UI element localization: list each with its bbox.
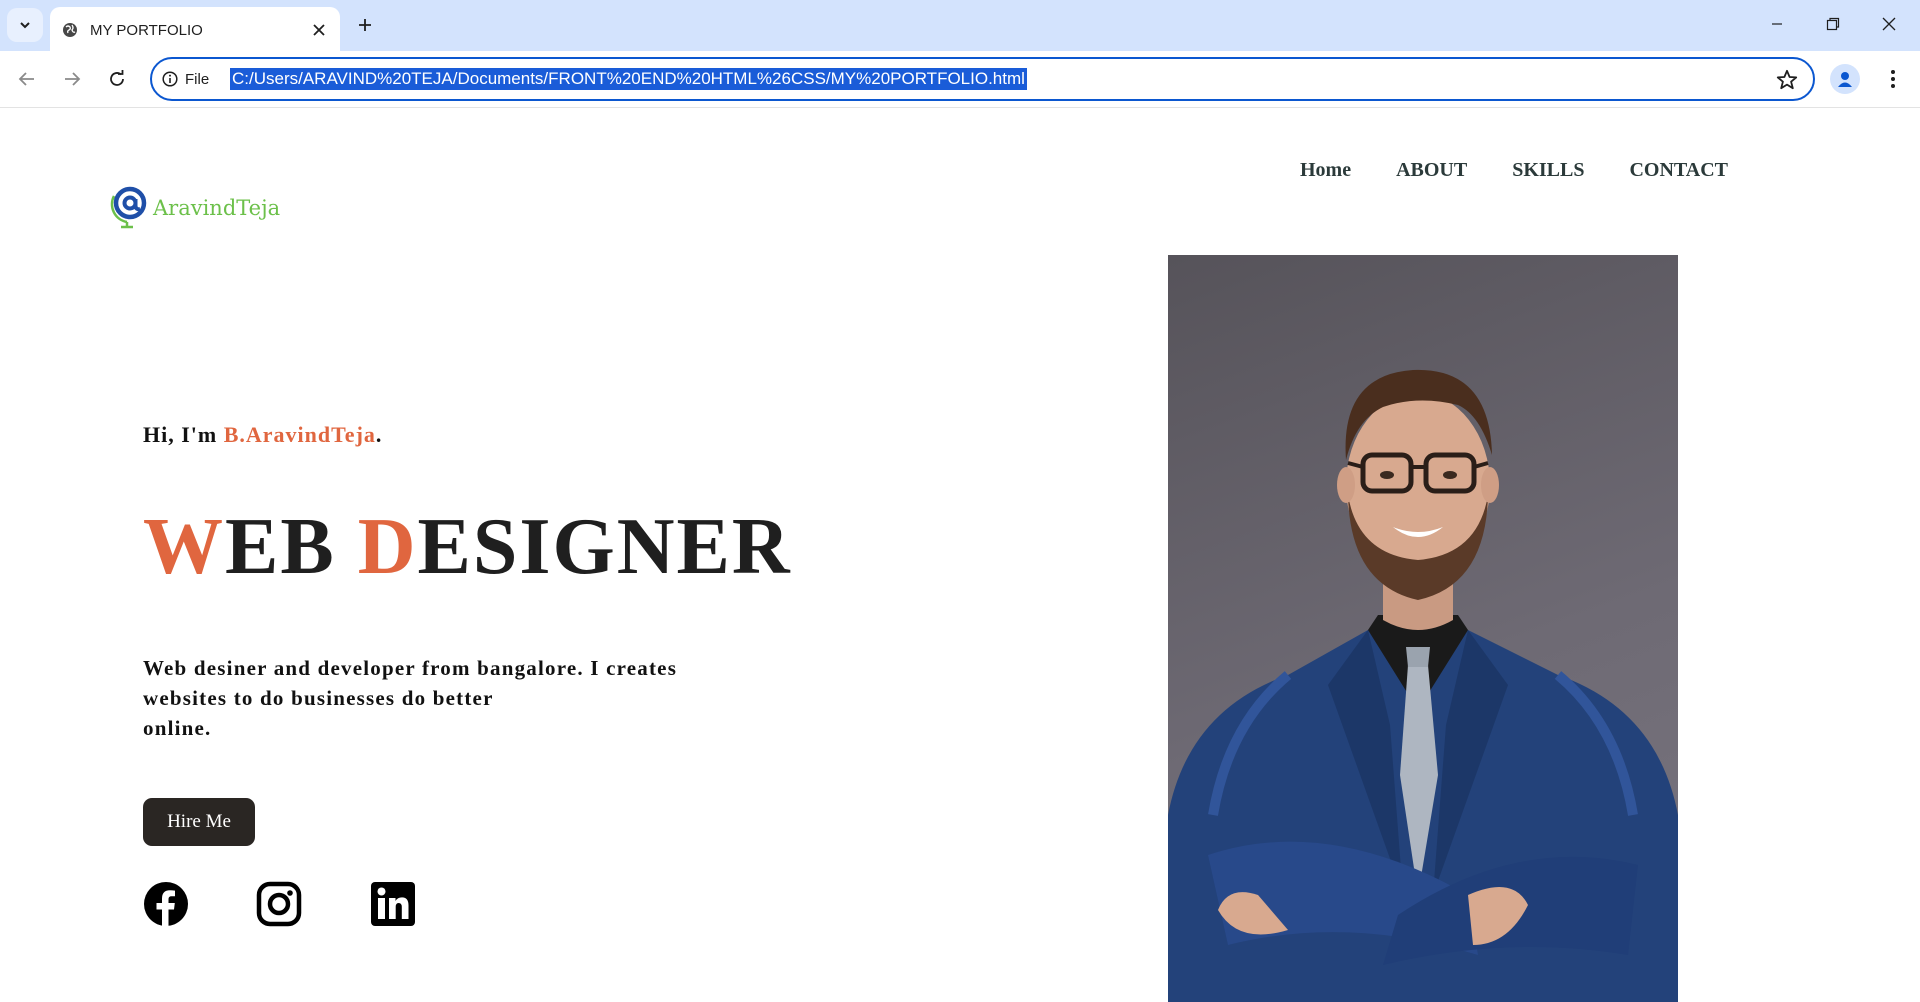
globe-icon [63,23,77,37]
active-tab[interactable]: MY PORTFOLIO [50,7,340,51]
reload-icon [110,70,124,86]
url-text[interactable]: C:/Users/ARAVIND%20TEJA/Documents/FRONT%… [230,68,1027,90]
headline-designer-rest: ESIGNER [417,503,792,591]
greeting-prefix: Hi, I'm [143,422,224,447]
headline-web-rest: EB [225,503,358,591]
person-portrait-image [1168,369,1678,1002]
plus-icon [359,19,371,31]
site-logo[interactable]: AravindTeja [108,182,280,230]
site-info-button[interactable]: File [162,67,209,91]
address-bar[interactable]: File C:/Users/ARAVIND%20TEJA/Documents/F… [150,57,1815,101]
hero-headline: WEB DESIGNER [143,507,792,587]
profile-icon [1838,72,1852,87]
greeting-suffix: . [375,422,383,447]
nav-contact[interactable]: CONTACT [1629,159,1728,182]
browser-toolbar: File C:/Users/ARAVIND%20TEJA/Documents/F… [0,51,1920,108]
linkedin-icon[interactable] [370,881,416,927]
hero-greeting: Hi, I'm B.AravindTeja. [143,422,382,448]
tab-title: MY PORTFOLIO [90,22,203,39]
nav-skills[interactable]: SKILLS [1512,159,1584,182]
description-line-3: online. [143,716,212,740]
nav-about[interactable]: ABOUT [1396,159,1467,182]
headline-accent-w: W [143,503,225,591]
back-button[interactable] [9,61,45,97]
description-line-2: websites to do businesses do better [143,686,494,710]
tab-close-button[interactable] [308,19,330,41]
restore-button[interactable] [1810,8,1856,40]
profile-button[interactable] [1830,64,1860,94]
browser-menu-button[interactable] [1878,64,1908,94]
back-icon [18,72,34,86]
minimize-button[interactable] [1754,8,1800,40]
nav-home[interactable]: Home [1300,159,1351,182]
greeting-name: B.AravindTeja [223,422,376,447]
minimize-icon [1772,23,1782,25]
at-sign-logo-icon [110,186,147,229]
description-line-1: Web desiner and developer from bangalore… [143,656,678,680]
instagram-icon[interactable] [256,881,302,927]
forward-button[interactable] [54,61,90,97]
chevron-down-icon [20,22,30,29]
logo-text: AravindTeja [153,196,281,220]
tab-strip: MY PORTFOLIO [0,0,1920,51]
forward-icon [65,72,81,86]
info-icon [162,71,178,87]
tab-search-button[interactable] [7,8,43,42]
headline-accent-d: D [357,503,418,591]
portfolio-page: AravindTeja Home ABOUT SKILLS CONTACT Hi… [0,109,1920,1002]
site-info-label: File [185,70,210,88]
star-icon[interactable] [1775,68,1799,92]
window-close-icon [1882,17,1896,31]
profile-photo [1168,255,1678,1002]
window-close-button[interactable] [1866,8,1912,40]
facebook-icon[interactable] [143,881,189,927]
hero-description: Web desiner and developer from bangalore… [143,653,763,743]
new-tab-button[interactable] [352,12,378,38]
hire-me-button[interactable]: Hire Me [143,798,255,846]
main-nav: Home ABOUT SKILLS CONTACT [1300,159,1773,182]
more-vert-icon [1891,70,1895,88]
close-icon [313,24,325,36]
restore-icon [1826,17,1840,31]
reload-button[interactable] [99,61,135,97]
